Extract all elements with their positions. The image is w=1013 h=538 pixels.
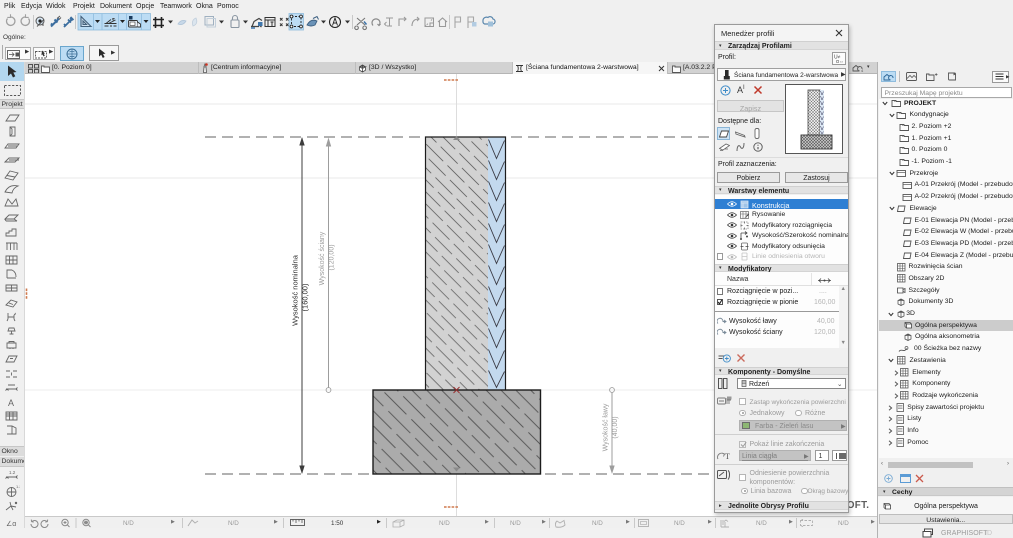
svg-text:T: T <box>725 452 730 461</box>
svg-text:4: 4 <box>861 68 864 72</box>
svg-text:(40,00): (40,00) <box>612 416 619 438</box>
svg-text:1.2: 1.2 <box>16 484 20 489</box>
svg-text:1.2: 1.2 <box>9 470 16 475</box>
svg-text:Wysokość ławy: Wysokość ławy <box>603 403 610 451</box>
svg-text:(160,00): (160,00) <box>301 283 310 311</box>
svg-text:(120,00): (120,00) <box>329 244 336 270</box>
svg-text:Wysokość nominalna: Wysokość nominalna <box>291 254 300 326</box>
svg-text:Wysokość ściany: Wysokość ściany <box>319 231 326 285</box>
svg-text:A: A <box>8 398 14 408</box>
svg-text:α⇔: α⇔ <box>836 59 844 64</box>
svg-text:∠α: ∠α <box>6 520 16 528</box>
